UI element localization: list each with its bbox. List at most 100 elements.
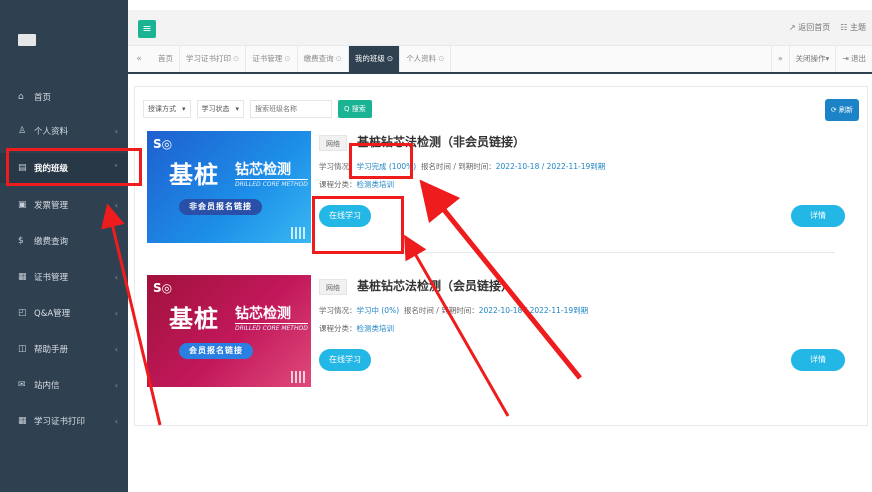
study-progress: 学习中 (0%) [356,306,400,315]
user-icon: ♙ [18,126,27,136]
certificate-icon: ▦ [18,272,27,282]
chevron-left-icon: ‹ [114,308,118,318]
course-category-line: 课程分类：检测类培训 [319,323,394,334]
chevron-left-icon: ‹ [114,380,118,390]
class-list-panel: 授课方式 ▾ 学习状态 ▾ Q 搜索 ⟳ 刷新 S◎ 基桩 钻芯检测 DRILL… [134,86,868,426]
sidebar-item-my-classes[interactable]: ▤ 我的班级 ˅ [0,153,128,183]
course-category-line: 课程分类：检测类培训 [319,179,394,190]
study-progress: 学习完成 (100%) [356,162,417,171]
online-study-button[interactable]: 在线学习 [319,349,371,371]
sidebar-item-label: 证书管理 [34,273,69,283]
top-navbar: ≡ ↗ 返回首页 ☷ 主题 [128,10,872,46]
chevron-left-icon: ‹ [114,126,118,136]
course-title[interactable]: 基桩钻芯法检测（会员链接） [357,277,513,294]
tab-label: 学习证书打印 [186,54,231,63]
tab-payment[interactable]: 缴费查询 ⊙ [298,46,349,72]
filter-toolbar: 授课方式 ▾ 学习状态 ▾ Q 搜索 [143,99,372,119]
chevron-left-icon: ‹ [114,200,118,210]
course-card: S◎ 基桩 钻芯检测 DRILLED CORE METHOD 会员报名链接 网络… [147,275,855,397]
tab-label: 缴费查询 [303,54,334,63]
sidebar-item-print-certificate[interactable]: ▦ 学习证书打印 ‹ [0,406,128,436]
qr-code-icon [291,371,305,383]
tab-close-icon[interactable]: ⊙ [284,54,290,63]
banner-english: DRILLED CORE METHOD [235,323,308,332]
course-banner-image[interactable]: S◎ 基桩 钻芯检测 DRILLED CORE METHOD 非会员报名链接 [147,131,311,243]
tab-label: 首页 [158,54,173,63]
tab-label: 个人资料 [406,54,437,63]
time-label: 报名时间 / 到期时间： [403,306,479,315]
tab-print-certificate[interactable]: 学习证书打印 ⊙ [180,46,247,72]
sidebar: ⌂ 首页 ♙ 个人资料 ‹ ▤ 我的班级 ˅ ▣ 发票管理 ‹ $ 缴费查询 ▦… [0,0,128,492]
refresh-button[interactable]: ⟳ 刷新 [824,99,859,121]
tab-home[interactable]: 首页 [152,46,180,72]
banner-subtitle: 钻芯检测 [235,306,291,322]
banner-tag: 非会员报名链接 [179,199,262,215]
tab-profile[interactable]: 个人资料 ⊙ [400,46,452,72]
category-link[interactable]: 检测类培训 [357,324,395,333]
sidebar-item-label: 首页 [34,93,52,103]
invoice-icon: ▣ [18,200,27,210]
banner-title: 基桩 [169,304,219,333]
banner-title: 基桩 [169,160,219,189]
tab-bar-actions: » 关闭操作▾ ⇥ 退出 [770,46,872,72]
banner-logo: S◎ [153,281,173,295]
online-study-button[interactable]: 在线学习 [319,205,371,227]
search-button[interactable]: Q 搜索 [338,100,372,118]
teaching-mode-select[interactable]: 授课方式 ▾ [143,100,191,118]
sidebar-item-payment[interactable]: $ 缴费查询 [0,226,128,256]
top-right-links: ↗ 返回首页 ☷ 主题 [789,22,866,33]
logo-mark [18,34,36,46]
sidebar-item-invoice[interactable]: ▣ 发票管理 ‹ [0,190,128,220]
status-label: 学习情况： [319,306,357,315]
tab-bar: « 首页 学习证书打印 ⊙ 证书管理 ⊙ 缴费查询 ⊙ 我的班级 ⊙ 个人资料 ⊙ » 关… [128,46,872,74]
home-icon: ⌂ [18,92,24,102]
qr-code-icon [291,227,305,239]
select-value: 授课方式 [148,105,176,113]
tab-close-icon[interactable]: ⊙ [438,54,444,63]
course-card: S◎ 基桩 钻芯检测 DRILLED CORE METHOD 非会员报名链接 网… [147,131,855,253]
sidebar-item-qa[interactable]: ◰ Q&A管理 ‹ [0,298,128,328]
sidebar-item-label: 发票管理 [34,201,69,211]
class-search-input[interactable] [250,100,333,118]
logout-button[interactable]: ⇥ 退出 [835,46,872,72]
course-status-line: 学习情况：学习中 (0%) 报名时间 / 到期时间：2022-10-18 / 2… [319,305,588,316]
main-content: 授课方式 ▾ 学习状态 ▾ Q 搜索 ⟳ 刷新 S◎ 基桩 钻芯检测 DRILL… [128,76,872,492]
category-label: 课程分类： [319,324,357,333]
chevron-down-icon: ˅ [114,163,118,173]
sidebar-item-home[interactable]: ⌂ 首页 [0,82,128,112]
tab-close-icon[interactable]: ⊙ [387,54,393,63]
tab-close-icon[interactable]: ⊙ [336,54,342,63]
tab-list: 首页 学习证书打印 ⊙ 证书管理 ⊙ 缴费查询 ⊙ 我的班级 ⊙ 个人资料 ⊙ [152,46,452,72]
banner-tag: 会员报名链接 [179,343,253,359]
study-status-select[interactable]: 学习状态 ▾ [196,100,245,118]
course-title[interactable]: 基桩钻芯法检测（非会员链接） [357,133,525,150]
course-status-line: 学习情况：学习完成 (100%) 报名时间 / 到期时间：2022-10-18 … [319,161,605,172]
sidebar-item-certificates[interactable]: ▦ 证书管理 ‹ [0,262,128,292]
tab-scroll-left-button[interactable]: « [128,46,150,72]
detail-button[interactable]: 详情 [791,205,845,227]
banner-logo: S◎ [153,137,173,151]
banner-subtitle: 钻芯检测 [235,162,291,178]
tab-label: 证书管理 [252,54,283,63]
class-icon: ▤ [18,163,27,173]
sidebar-item-label: 帮助手册 [34,345,69,355]
time-label: 报名时间 / 到期时间： [420,162,496,171]
tab-close-icon[interactable]: ⊙ [233,54,239,63]
tab-certificates[interactable]: 证书管理 ⊙ [246,46,298,72]
sidebar-item-label: 缴费查询 [34,237,69,247]
divider [317,252,835,253]
course-banner-image[interactable]: S◎ 基桩 钻芯检测 DRILLED CORE METHOD 会员报名链接 [147,275,311,387]
menu-toggle-button[interactable]: ≡ [138,20,156,38]
sidebar-item-help[interactable]: ◫ 帮助手册 ‹ [0,334,128,364]
sidebar-item-profile[interactable]: ♙ 个人资料 ‹ [0,116,128,146]
select-value: 学习状态 [201,105,230,113]
tab-my-classes[interactable]: 我的班级 ⊙ [348,46,401,72]
sidebar-item-label: 学习证书打印 [34,417,86,427]
category-link[interactable]: 检测类培训 [357,180,395,189]
detail-button[interactable]: 详情 [791,349,845,371]
close-operations-dropdown[interactable]: 关闭操作▾ [788,46,836,72]
sidebar-item-messages[interactable]: ✉ 站内信 ‹ [0,370,128,400]
theme-link[interactable]: ☷ 主题 [840,22,866,33]
back-home-link[interactable]: ↗ 返回首页 [789,22,830,33]
tab-scroll-right-button[interactable]: » [770,46,789,72]
